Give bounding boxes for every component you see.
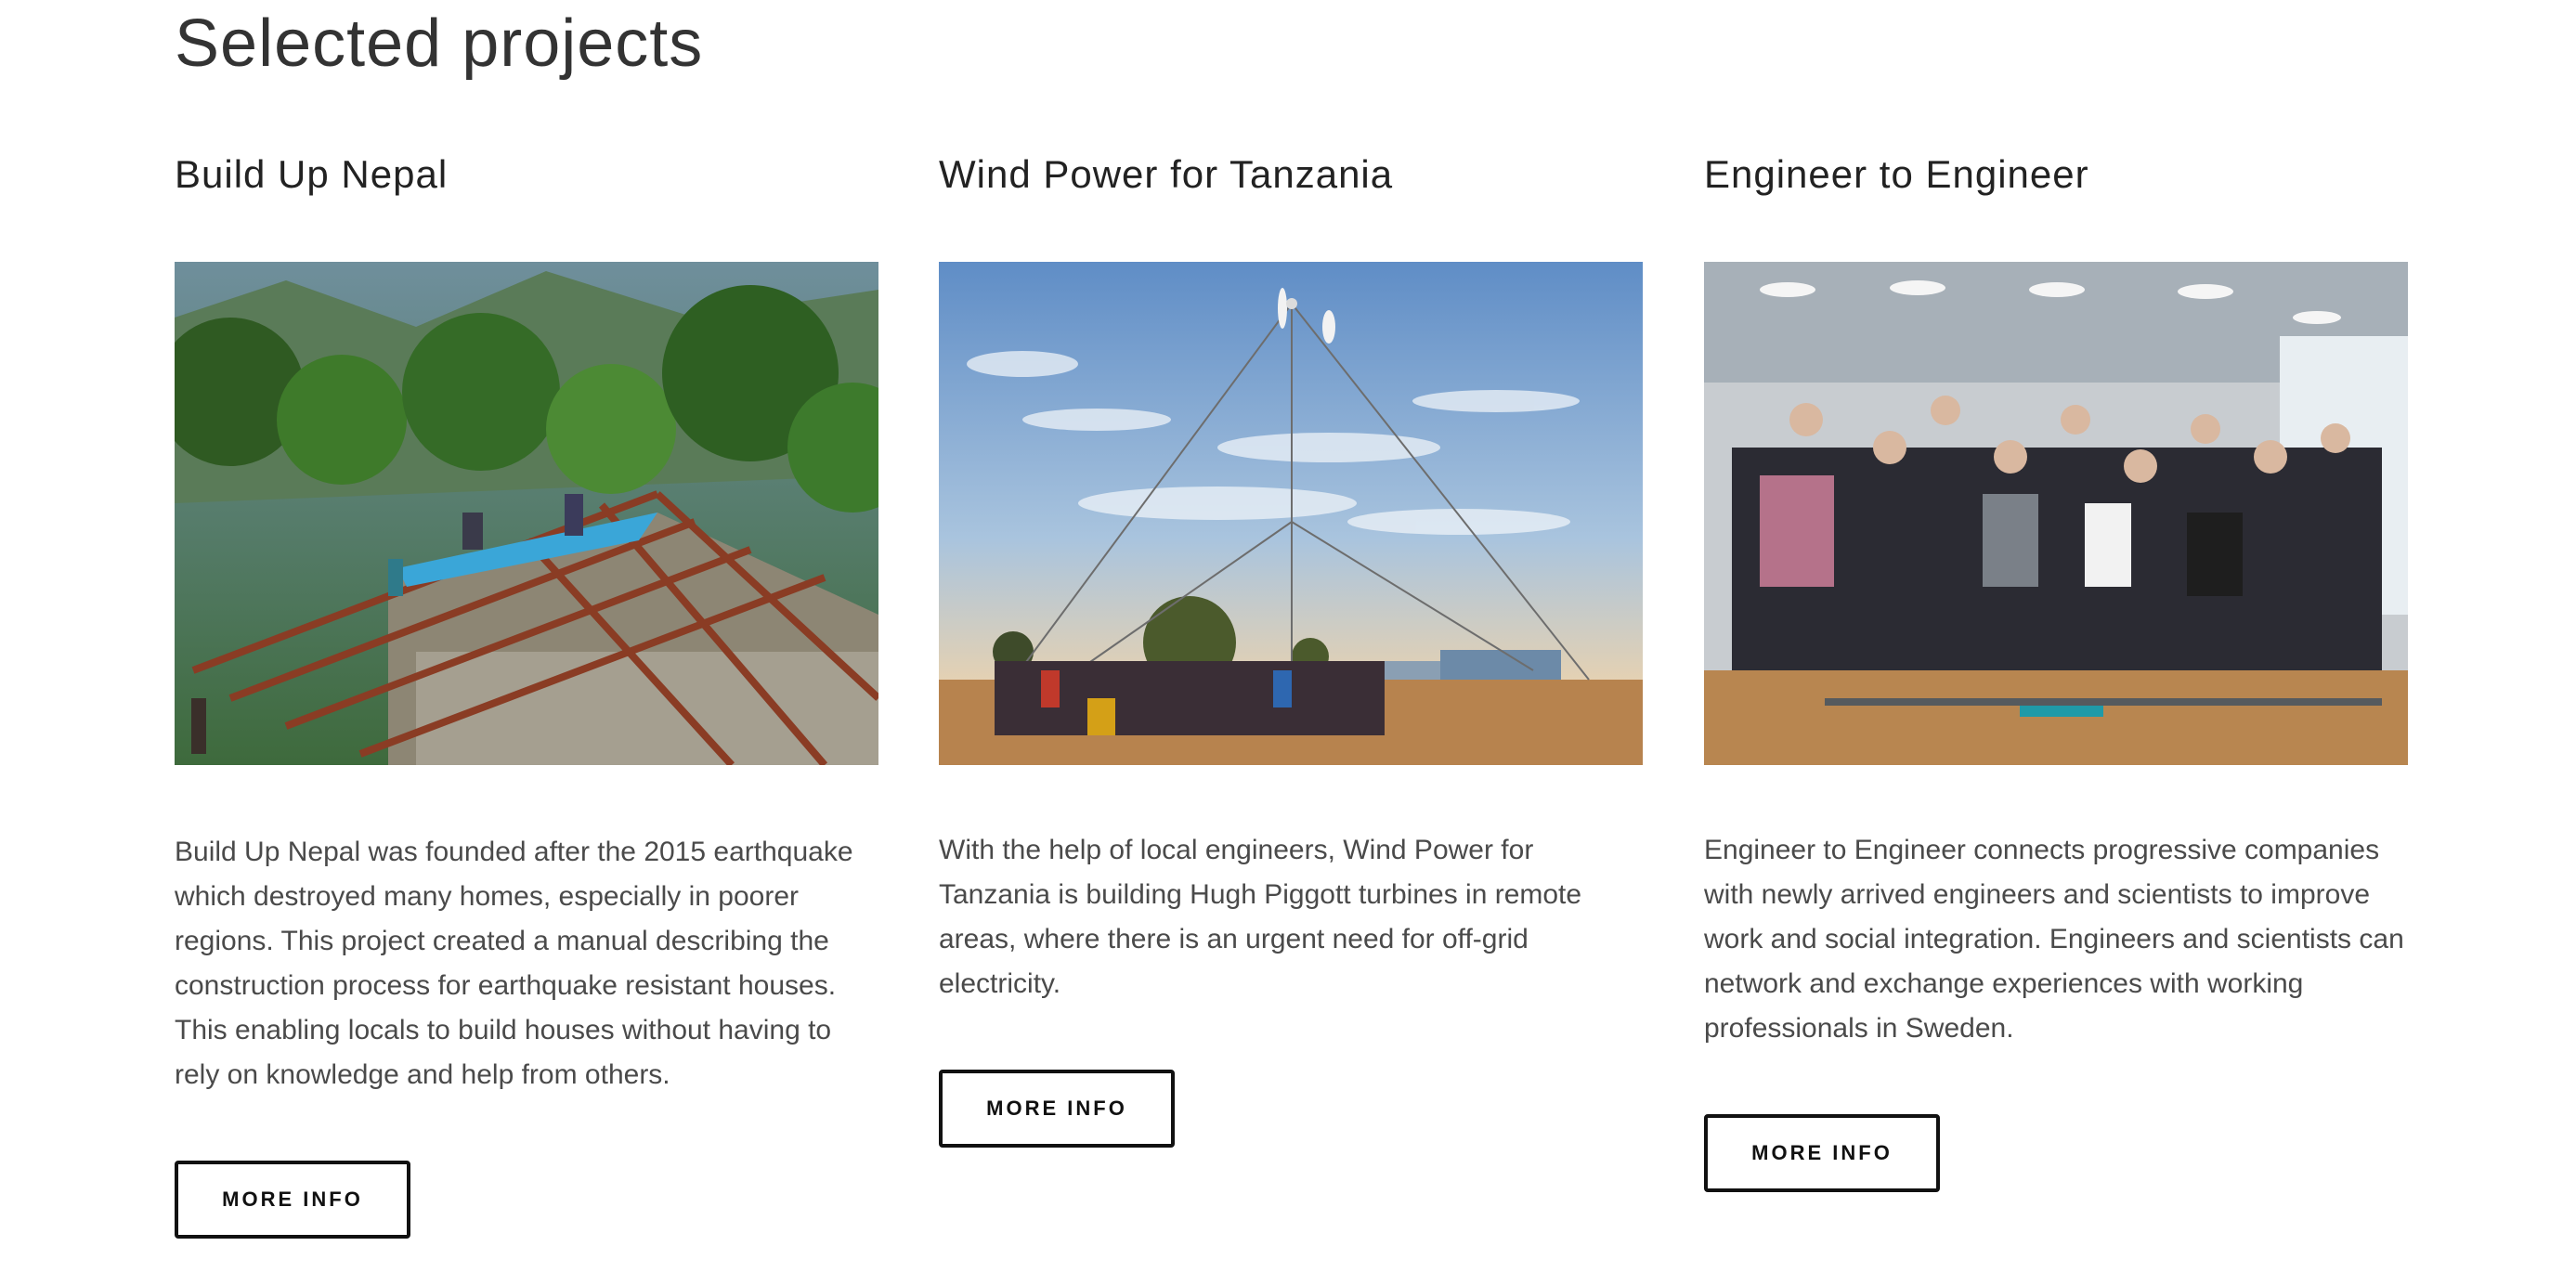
project-card-build-up-nepal: Build Up Nepal Build Up Nepal was founde… xyxy=(175,0,878,1272)
project-card-wind-power-tanzania: Wind Power for Tanzania With the help of… xyxy=(939,0,1643,1272)
project-description: Build Up Nepal was founded after the 201… xyxy=(175,837,853,1090)
more-info-button[interactable]: MORE INFO xyxy=(939,1070,1175,1148)
project-image-group-photo xyxy=(1704,262,2408,765)
project-image-wind-turbine xyxy=(939,262,1643,765)
more-info-button[interactable]: MORE INFO xyxy=(175,1161,410,1239)
project-title: Engineer to Engineer xyxy=(1704,152,2089,196)
project-title: Build Up Nepal xyxy=(175,152,449,196)
more-info-button[interactable]: MORE INFO xyxy=(1704,1114,1940,1192)
project-image-nepal-construction xyxy=(175,262,878,765)
project-description: Engineer to Engineer connects progressiv… xyxy=(1704,835,2404,1044)
project-title: Wind Power for Tanzania xyxy=(939,152,1394,196)
project-description: With the help of local engineers, Wind P… xyxy=(939,835,1582,999)
project-card-engineer-to-engineer: Engineer to Engineer Engineer to Enginee… xyxy=(1704,0,2408,1272)
